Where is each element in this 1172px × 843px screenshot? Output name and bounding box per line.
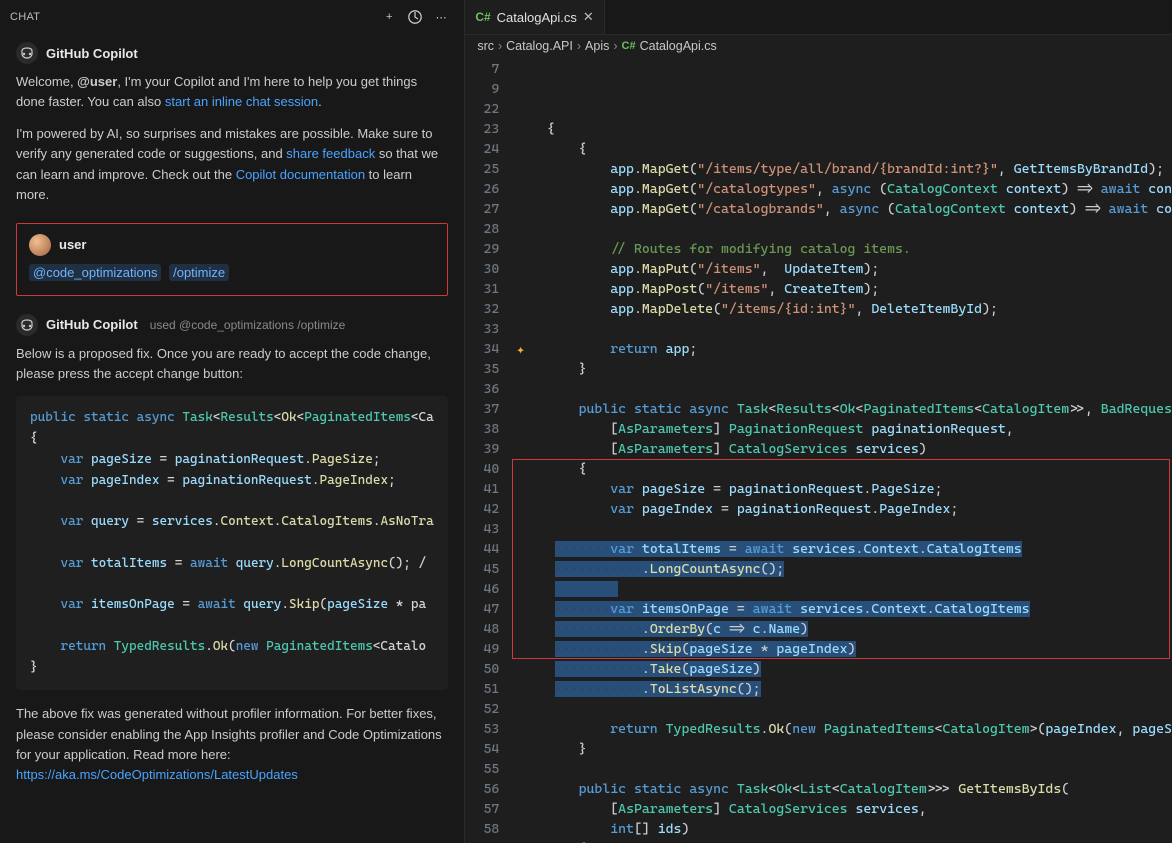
sparkle-icon[interactable]: ✦: [516, 340, 524, 360]
copilot-avatar-icon: [16, 314, 38, 336]
crumb-catalogapi-proj[interactable]: Catalog.API: [506, 39, 573, 53]
copilot-welcome: GitHub Copilot Welcome, @user, I'm your …: [16, 42, 448, 205]
welcome-p2: I'm powered by AI, so surprises and mist…: [16, 124, 448, 205]
chat-title: CHAT: [10, 11, 376, 23]
tab-filename: CatalogApi.cs: [497, 10, 577, 25]
copilot-author: GitHub Copilot: [46, 46, 138, 61]
tab-catalogapi[interactable]: C# CatalogApi.cs ✕: [465, 0, 604, 34]
share-feedback-link[interactable]: share feedback: [286, 146, 375, 161]
new-chat-icon[interactable]: +: [376, 6, 402, 28]
chat-header: CHAT + ⋯: [0, 0, 464, 34]
crumb-src[interactable]: src: [477, 39, 494, 53]
copilot-reply: GitHub Copilot used @code_optimizations …: [16, 314, 448, 785]
line-number-gutter: 7922232425262728293031323334353637383940…: [465, 57, 515, 843]
breadcrumb[interactable]: src› Catalog.API› Apis› C# CatalogApi.cs: [465, 35, 1172, 57]
code-lines[interactable]: ✦ { { app.MapGet("/items/type/all/brand/…: [515, 57, 1172, 843]
inline-chat-link[interactable]: start an inline chat session: [165, 94, 318, 109]
welcome-p1: Welcome, @user, I'm your Copilot and I'm…: [16, 72, 448, 112]
proposed-code-block[interactable]: public static async Task<Results<Ok<Pagi…: [16, 396, 448, 690]
more-icon[interactable]: ⋯: [428, 6, 454, 28]
reply-intro: Below is a proposed fix. Once you are re…: [16, 344, 448, 384]
command-chip[interactable]: /optimize: [169, 264, 229, 281]
csharp-file-icon: C#: [622, 40, 636, 52]
csharp-file-icon: C#: [475, 10, 490, 24]
code-editor[interactable]: 7922232425262728293031323334353637383940…: [465, 57, 1172, 843]
user-message: user @code_optimizations /optimize: [16, 223, 448, 296]
editor-panel: C# CatalogApi.cs ✕ src› Catalog.API› Api…: [465, 0, 1172, 843]
reply-meta: used @code_optimizations /optimize: [150, 318, 346, 332]
reply-outro: The above fix was generated without prof…: [16, 704, 448, 785]
user-avatar-icon: [29, 234, 51, 256]
copilot-avatar-icon: [16, 42, 38, 64]
chat-body: GitHub Copilot Welcome, @user, I'm your …: [0, 34, 464, 843]
copilot-docs-link[interactable]: Copilot documentation: [236, 167, 365, 182]
tab-bar: C# CatalogApi.cs ✕: [465, 0, 1172, 35]
mention-chip[interactable]: @code_optimizations: [29, 264, 161, 281]
copilot-author: GitHub Copilot: [46, 317, 138, 332]
code-opt-link[interactable]: https://aka.ms/CodeOptimizations/LatestU…: [16, 767, 298, 782]
crumb-apis[interactable]: Apis: [585, 39, 609, 53]
crumb-file[interactable]: CatalogApi.cs: [640, 39, 717, 53]
history-icon[interactable]: [402, 6, 428, 28]
user-author: user: [59, 237, 86, 252]
close-tab-icon[interactable]: ✕: [583, 9, 594, 25]
user-mention: @user: [77, 74, 117, 89]
chat-panel: CHAT + ⋯ GitHub Copilot Welcome, @user, …: [0, 0, 465, 843]
